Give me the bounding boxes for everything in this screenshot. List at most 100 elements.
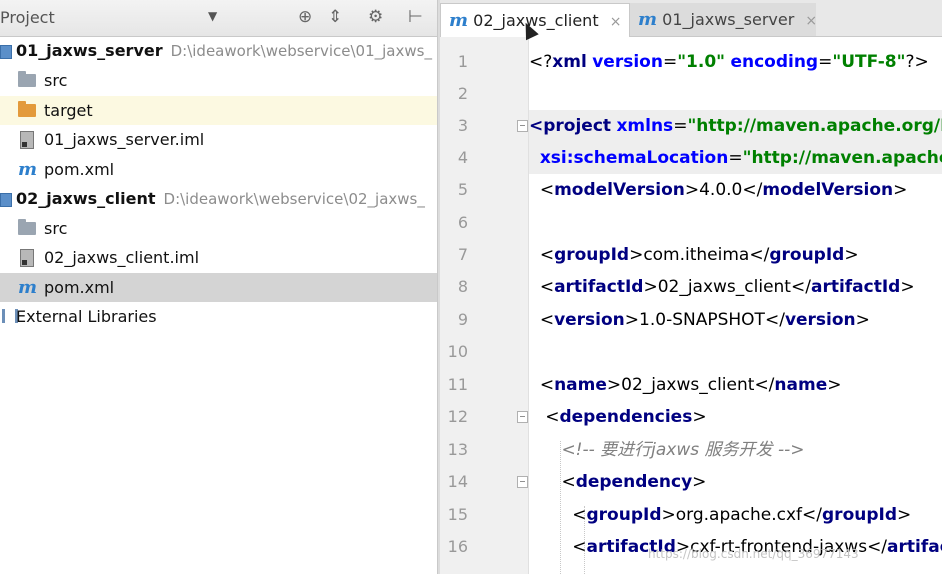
tree-item-label: src (44, 71, 68, 90)
attr-value: "http://maven.apache.org/POM/4.0.0" (687, 116, 942, 136)
tag-end-open: </ (754, 375, 775, 395)
tag-close: > (624, 310, 640, 330)
tag-close: > (827, 375, 842, 395)
tag-end-open: </ (749, 245, 770, 265)
line-number: 10 (447, 342, 468, 361)
tag-close: > (629, 245, 644, 265)
tag-open: < (529, 116, 544, 136)
tag-name: name (554, 375, 607, 395)
code-line-9: <version>1.0-SNAPSHOT</version> (529, 304, 942, 336)
folder-icon (18, 214, 36, 243)
attr-name: xmlns (616, 116, 674, 136)
attr-value: "http://maven.apache.org/POM/4.0.0" (742, 148, 942, 168)
tag-name: dependency (575, 472, 693, 492)
tree-item-iml[interactable]: 02_jaxws_client.iml (0, 243, 437, 272)
tree-item-path: D:\ideawork\webservice\01_jaxws_ (170, 42, 432, 60)
line-number: 7 (457, 245, 468, 264)
line-number: 9 (457, 310, 468, 329)
tag-name: version (784, 310, 856, 330)
line-number: 15 (447, 505, 468, 524)
module-icon (0, 184, 12, 213)
code-line-15: <groupId>org.apache.cxf</groupId> (529, 499, 942, 531)
tab-01-jaxws-server[interactable]: m 01_jaxws_server × (630, 3, 817, 36)
tag-close: > (606, 375, 622, 395)
tag-close: > (661, 505, 676, 525)
code-line-11: <name>02_jaxws_client</name> (529, 369, 942, 401)
tag-end-open: </ (867, 537, 888, 557)
close-icon[interactable]: × (610, 14, 622, 30)
editor: m 02_jaxws_client × m 01_jaxws_server × … (440, 0, 942, 574)
tree-item-src[interactable]: src (0, 214, 437, 243)
project-panel-title[interactable]: Project (0, 8, 55, 27)
tree-item-label: src (44, 219, 68, 238)
tree-item-label: External Libraries (16, 307, 157, 326)
line-number: 2 (457, 84, 468, 103)
tag-open: < (545, 407, 560, 427)
tag-name: version (554, 310, 625, 330)
line-number: 6 (457, 213, 468, 232)
pin-icon[interactable]: ⊢ (408, 7, 423, 27)
locate-icon[interactable]: ⊕ (298, 7, 312, 27)
tree-item-target[interactable]: target (0, 96, 437, 125)
line-number: 14 (447, 472, 468, 491)
tree-item-pom[interactable]: m pom.xml (0, 155, 437, 184)
tab-label: 01_jaxws_server (662, 10, 795, 29)
attr-eq: = (728, 148, 743, 168)
maven-icon: m (638, 9, 658, 30)
module-icon (0, 36, 12, 65)
code-line-12: <dependencies> (529, 401, 942, 433)
watermark: https://blog.csdn.net/qq_36977143 (648, 547, 859, 561)
tag-name: modelVersion (554, 180, 685, 200)
attr-name: encoding (730, 52, 819, 72)
chevron-down-icon[interactable]: ▼ (208, 9, 217, 23)
tab-label: 02_jaxws_client (473, 11, 599, 30)
attr-eq: = (662, 52, 678, 72)
tag-open: < (539, 375, 555, 395)
tree-item-label: 01_jaxws_server (16, 41, 163, 60)
project-panel: Project ▼ ⊕ ⇕ ⚙ ⊢ 01_jaxws_server D:\idea… (0, 0, 437, 574)
tag-close: > (893, 180, 908, 200)
gear-icon[interactable]: ⚙ (368, 7, 383, 27)
tree-item-01-jaxws-server[interactable]: 01_jaxws_server D:\ideawork\webservice\01… (0, 36, 437, 65)
line-number: 12 (447, 407, 468, 426)
fold-marker-icon[interactable] (517, 411, 528, 423)
maven-icon: m (18, 159, 38, 180)
editor-gutter: 1 2 3 4 5 6 7 8 9 10 11 12 13 14 15 16 (440, 37, 529, 574)
tree-item-external-libraries[interactable]: External Libraries (0, 302, 437, 331)
maven-icon: m (18, 277, 38, 298)
close-icon[interactable]: × (805, 13, 817, 29)
tree-item-02-jaxws-client[interactable]: 02_jaxws_client D:\ideawork\webservice\02… (0, 184, 437, 213)
tag-close: > (897, 505, 912, 525)
tree-item-label: pom.xml (44, 160, 115, 179)
tree-item-src[interactable]: src (0, 66, 437, 95)
code-line-4: xsi:schemaLocation="http://maven.apache.… (529, 142, 942, 174)
tag-text: 02_jaxws_client (657, 277, 791, 297)
fold-marker-icon[interactable] (517, 476, 528, 488)
tag-name: groupId (586, 505, 662, 525)
maven-icon: m (449, 10, 469, 31)
tree-item-pom-selected[interactable]: m pom.xml (0, 273, 437, 302)
tree-item-iml[interactable]: 01_jaxws_server.iml (0, 125, 437, 154)
tag-close: > (855, 310, 870, 330)
tag-close: > (643, 277, 658, 297)
tag-name: project (543, 116, 612, 136)
fold-marker-icon[interactable] (517, 120, 528, 132)
code-line-8: <artifactId>02_jaxws_client</artifactId> (529, 271, 942, 303)
iml-icon (20, 125, 34, 154)
tag-name: name (774, 375, 828, 395)
folder-orange-icon (18, 96, 36, 125)
tag-open: < (572, 537, 587, 557)
tag-open: < (539, 310, 555, 330)
tag-end-open: </ (742, 180, 763, 200)
attr-value: "UTF-8" (832, 52, 906, 72)
tag-open: < (572, 505, 587, 525)
attr-eq: = (673, 116, 688, 136)
line-number: 11 (447, 375, 468, 394)
tag-close: > (900, 277, 915, 297)
code-line-7: <groupId>com.itheima</groupId> (529, 239, 942, 271)
attr-name: xsi:schemaLocation (539, 148, 729, 168)
tag-close: > (692, 407, 707, 427)
tag-name: dependencies (559, 407, 693, 427)
code-area[interactable]: <?xml version="1.0" encoding="UTF-8"?> <… (529, 37, 942, 574)
collapse-icon[interactable]: ⇕ (328, 7, 342, 27)
